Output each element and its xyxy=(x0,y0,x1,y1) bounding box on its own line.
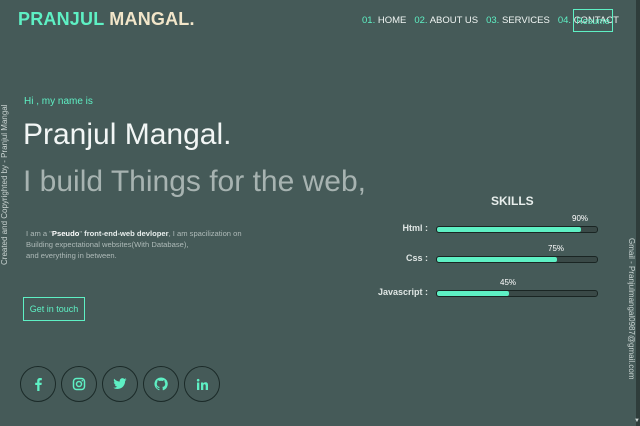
scrollbar[interactable] xyxy=(636,0,640,426)
github-icon[interactable] xyxy=(143,366,179,402)
site-logo[interactable]: PRANJUL MANGAL. xyxy=(18,9,195,30)
skill-progress-track xyxy=(436,290,598,297)
nav-item-home[interactable]: 01. HOME xyxy=(362,15,406,26)
hero-name: Pranjul Mangal. xyxy=(23,118,232,151)
skill-progress-track xyxy=(436,256,598,263)
email-vertical-text[interactable]: Gmail - Pranjulmangal0987@gmail.com xyxy=(622,238,636,398)
skill-row: Html : 90% xyxy=(360,214,600,236)
skill-progress-fill xyxy=(437,227,581,232)
bio-line-2: Building expectational websites(With Dat… xyxy=(26,240,189,249)
linkedin-glyph xyxy=(196,378,208,390)
nav-number: 01. xyxy=(362,15,376,26)
instagram-icon[interactable] xyxy=(61,366,97,402)
logo-last-name: MANGAL. xyxy=(109,9,195,29)
linkedin-icon[interactable] xyxy=(184,366,220,402)
bio-rest: , I am spacilization on xyxy=(168,229,242,238)
nav-item-about[interactable]: 02. ABOUT US xyxy=(414,15,478,26)
copyright-vertical-text: Created and Copyrighted by - Pranjul Man… xyxy=(0,104,9,266)
skill-percent-label: 75% xyxy=(547,244,565,253)
skill-row: Javascript : 45% xyxy=(360,278,600,300)
github-glyph xyxy=(154,377,168,391)
facebook-glyph xyxy=(35,378,42,391)
skill-progress-fill xyxy=(437,291,509,296)
get-in-touch-button[interactable]: Get in touch xyxy=(23,297,85,321)
bio-prefix: I am a " xyxy=(26,229,52,238)
nav-label: ABOUT US xyxy=(429,15,479,26)
nav-item-services[interactable]: 03. SERVICES xyxy=(486,15,550,26)
facebook-icon[interactable] xyxy=(20,366,56,402)
hero-greeting: Hi , my name is xyxy=(24,96,93,107)
hero-tagline: I build Things for the web, xyxy=(23,165,366,198)
skill-progress-fill xyxy=(437,257,557,262)
bio-highlight: Pseudo xyxy=(51,229,80,238)
bio-line-3: and everything in between. xyxy=(26,251,117,260)
logo-first-name: PRANJUL xyxy=(18,9,105,29)
nav-label: HOME xyxy=(377,15,407,26)
skill-name: Html : xyxy=(402,223,429,233)
resume-button[interactable]: Resume xyxy=(573,9,613,32)
nav-number: 04. xyxy=(557,15,572,26)
skill-name: Css : xyxy=(405,253,428,263)
skill-percent-label: 45% xyxy=(499,278,517,287)
skill-name: Javascript : xyxy=(377,287,428,297)
bio-role: front-end-web devloper xyxy=(84,229,169,238)
skill-row: Css : 75% xyxy=(360,244,600,266)
scroll-down-arrow[interactable]: ▼ xyxy=(634,418,640,426)
nav-number: 03. xyxy=(486,15,500,26)
skill-percent-label: 90% xyxy=(571,214,589,223)
twitter-icon[interactable] xyxy=(102,366,138,402)
instagram-glyph xyxy=(72,377,86,391)
twitter-glyph xyxy=(113,378,127,389)
skills-title: SKILLS xyxy=(491,194,534,208)
hero-bio: I am a "Pseudo" front-end-web devloper, … xyxy=(26,228,256,261)
nav-number: 02. xyxy=(414,15,428,26)
social-links xyxy=(20,366,225,402)
skill-progress-track xyxy=(436,226,598,233)
nav-label: SERVICES xyxy=(501,15,550,26)
